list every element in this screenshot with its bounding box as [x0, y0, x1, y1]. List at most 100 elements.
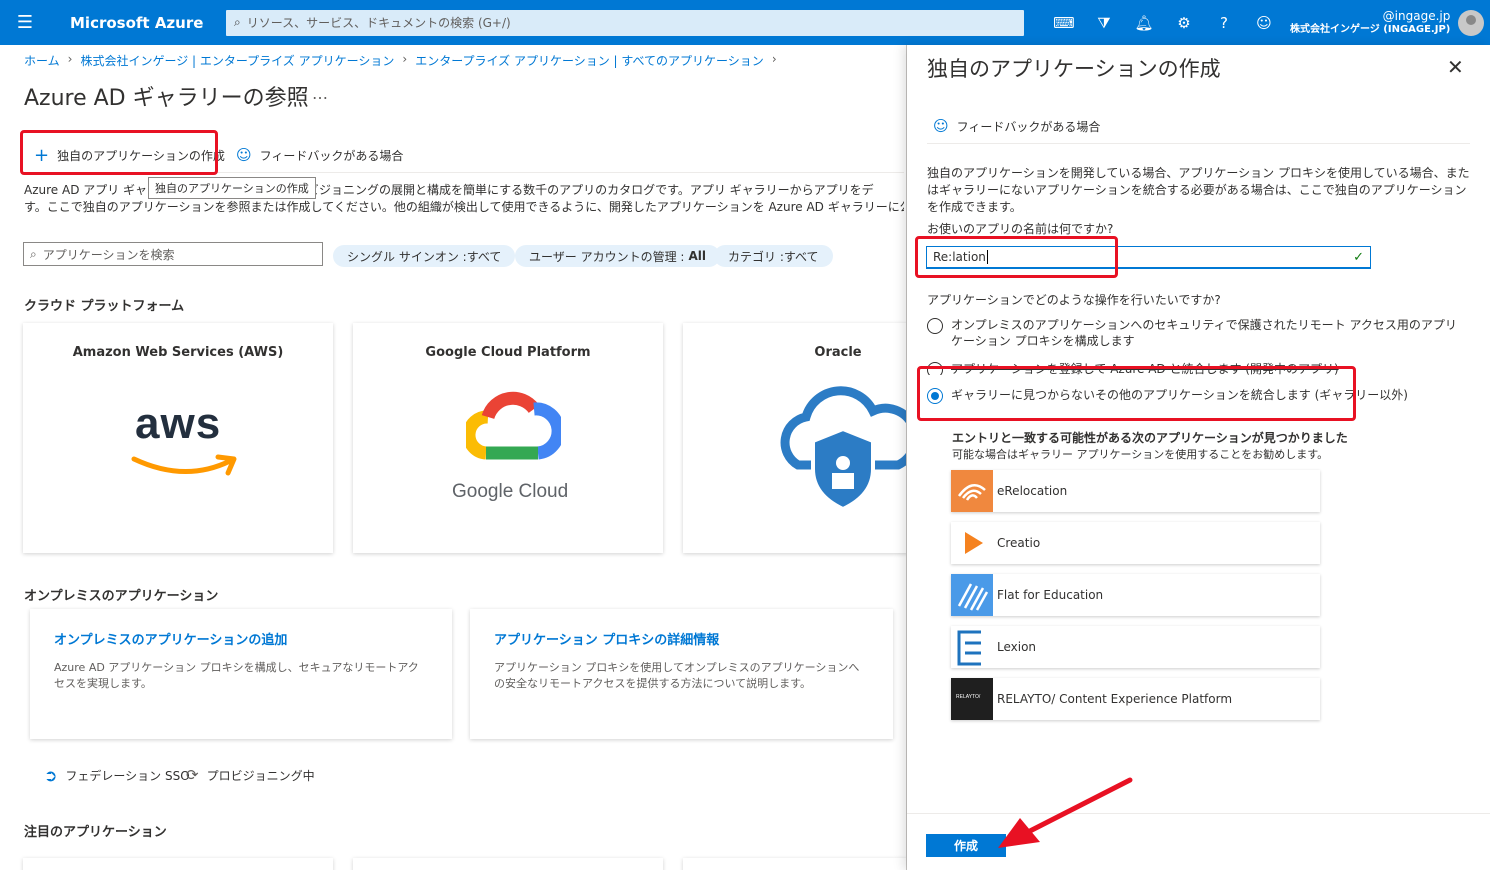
filter-user-account-value: All: [688, 249, 706, 263]
featured-card[interactable]: [353, 858, 663, 870]
provisioning-link[interactable]: ⟳ プロビジョニング中: [186, 766, 315, 784]
avatar[interactable]: [1458, 9, 1485, 36]
match-app-relayto[interactable]: RELAYTO/ RELAYTO/ Content Experience Pla…: [951, 678, 1320, 720]
relayto-logo-icon: RELAYTO/: [951, 678, 993, 720]
feedback-button[interactable]: ☺ フィードバックがある場合: [236, 140, 403, 170]
federation-sso-label: フェデレーション SSO: [65, 769, 190, 783]
provisioning-label: プロビジョニング中: [206, 768, 315, 783]
global-search-placeholder: リソース、サービス、ドキュメントの検索 (G+/): [246, 16, 511, 30]
lexion-logo-icon: [951, 626, 993, 668]
radio-button[interactable]: [927, 362, 943, 375]
create-own-app-button[interactable]: + 独自のアプリケーションの作成: [26, 140, 233, 170]
breadcrumb-enterprise-apps[interactable]: エンタープライズ アプリケーション | すべてのアプリケーション: [415, 52, 764, 69]
radio-button-selected[interactable]: [927, 388, 943, 404]
directory-filter-icon[interactable]: ⧩: [1084, 14, 1124, 32]
match-app-lexion[interactable]: Lexion: [951, 626, 1320, 668]
feedback-icon: ☺: [236, 146, 252, 164]
check-icon: ✓: [1353, 250, 1364, 265]
cloud-shell-icon[interactable]: ⌨: [1044, 14, 1084, 32]
filter-sso[interactable]: シングル サインオン : すべて: [333, 245, 516, 267]
gallery-description-line2: す。ここで独自のアプリケーションを参照または作成してください。他の組織が検出して…: [24, 200, 904, 214]
filter-user-account-label: ユーザー アカウントの管理 :: [529, 249, 685, 264]
option-non-gallery-label: ギャラリーに見つからないその他のアプリケーションを統合します (ギャラリー以外): [951, 388, 1408, 402]
filter-sso-value: すべて: [466, 249, 502, 264]
global-search-input[interactable]: ⌕ リソース、サービス、ドキュメントの検索 (G+/): [226, 9, 1024, 36]
option-register-app[interactable]: アプリケーションを登録して Azure AD と統合します (開発中のアプリ): [927, 361, 1467, 375]
text-caret: [986, 250, 988, 264]
action-question-label: アプリケーションでどのような操作を行いたいですか?: [927, 293, 1221, 307]
app-name-input[interactable]: Re:lation ✓: [926, 246, 1371, 269]
onprem-add-desc: Azure AD アプリケーション プロキシを構成し、セキュアなリモートアクセス…: [54, 661, 419, 690]
card-gcp[interactable]: Google Cloud Platform Google Cloud: [353, 323, 663, 553]
panel-title: 独自のアプリケーションの作成: [927, 57, 1221, 81]
oracle-logo: [768, 371, 918, 521]
panel-description: 独自のアプリケーションを開発している場合、アプリケーション プロキシを使用してい…: [927, 166, 1470, 214]
option-register-app-label: アプリケーションを登録して Azure AD と統合します (開発中のアプリ): [951, 362, 1339, 375]
divider: [24, 172, 904, 173]
feedback-icon[interactable]: ☺: [1244, 14, 1284, 32]
match-heading: エントリと一致する可能性がある次のアプリケーションが見つかりました: [952, 431, 1348, 445]
card-gcp-name: Google Cloud Platform: [425, 345, 591, 360]
annotation-arrow-icon: [998, 777, 1133, 848]
app-proxy-info-title[interactable]: アプリケーション プロキシの詳細情報: [494, 629, 869, 648]
match-app-name: Lexion: [997, 640, 1037, 654]
brand-title[interactable]: Microsoft Azure: [50, 14, 222, 32]
chevron-right-icon: ›: [67, 52, 73, 66]
app-name-value: Re:lation: [933, 250, 986, 264]
match-app-name: eRelocation: [997, 484, 1068, 498]
card-aws-name: Amazon Web Services (AWS): [72, 345, 284, 360]
match-app-creatio[interactable]: Creatio: [951, 522, 1320, 564]
radio-button[interactable]: [927, 318, 943, 334]
erelocation-logo-icon: [951, 470, 993, 512]
app-proxy-info-card[interactable]: アプリケーション プロキシの詳細情報 アプリケーション プロキシを使用してオンプ…: [470, 609, 893, 739]
relayto-logo-text: RELAYTO/: [956, 694, 981, 700]
create-own-app-label: 独自のアプリケーションの作成: [57, 148, 225, 163]
match-subtext: 可能な場合はギャラリー アプリケーションを使用することをお勧めします。: [952, 448, 1329, 461]
option-app-proxy[interactable]: オンプレミスのアプリケーションへのセキュリティで保護されたリモート アクセス用の…: [927, 317, 1467, 349]
match-app-erelocation[interactable]: eRelocation: [951, 470, 1320, 512]
flat-education-logo-icon: [951, 574, 993, 616]
option-app-proxy-label: オンプレミスのアプリケーションへのセキュリティで保護されたリモート アクセス用の…: [951, 318, 1457, 348]
feedback-icon: ☺: [933, 117, 949, 135]
gcp-logo: Google Cloud: [438, 371, 588, 521]
app-search-input[interactable]: ⌕ アプリケーションを検索: [23, 242, 323, 266]
federation-sso-link[interactable]: ➲ フェデレーション SSO: [44, 766, 190, 785]
plus-icon: +: [34, 144, 50, 166]
cloud-platform-heading: クラウド プラットフォーム: [24, 299, 185, 314]
top-bar: ☰ Microsoft Azure ⌕ リソース、サービス、ドキュメントの検索 …: [0, 0, 1490, 45]
account-user: @ingage.jp: [1382, 8, 1451, 23]
option-non-gallery[interactable]: ギャラリーに見つからないその他のアプリケーションを統合します (ギャラリー以外): [927, 387, 1467, 404]
breadcrumb: ホーム › 株式会社インゲージ | エンタープライズ アプリケーション › エン…: [24, 52, 777, 69]
feedback-label: フィードバックがある場合: [259, 148, 404, 163]
panel-feedback-button[interactable]: ☺ フィードバックがある場合: [933, 117, 1100, 135]
aws-logo-text: aws: [135, 399, 222, 448]
onprem-add-title[interactable]: オンプレミスのアプリケーションの追加: [54, 629, 428, 648]
match-app-name: RELAYTO/ Content Experience Platform: [997, 692, 1233, 706]
filter-user-account[interactable]: ユーザー アカウントの管理 : All: [515, 245, 720, 267]
close-icon[interactable]: ✕: [1447, 55, 1464, 79]
app-name-label: お使いのアプリの名前は何ですか?: [927, 222, 1114, 236]
chevron-right-icon: ›: [402, 52, 408, 66]
app-search-placeholder: アプリケーションを検索: [42, 247, 175, 262]
featured-card[interactable]: [23, 858, 333, 870]
settings-icon[interactable]: ⚙: [1164, 14, 1204, 32]
chevron-right-icon: ›: [771, 52, 777, 66]
menu-icon[interactable]: ☰: [0, 0, 50, 45]
card-aws[interactable]: Amazon Web Services (AWS) aws: [23, 323, 333, 553]
filter-category-value: すべて: [783, 249, 819, 264]
onprem-heading: オンプレミスのアプリケーション: [24, 589, 219, 604]
gcp-logo-text: Google Cloud: [452, 481, 569, 502]
more-icon[interactable]: …: [312, 84, 328, 103]
filter-category[interactable]: カテゴリ : すべて: [714, 245, 833, 267]
app-proxy-info-desc: アプリケーション プロキシを使用してオンプレミスのアプリケーションへの安全なリモ…: [494, 661, 860, 690]
breadcrumb-tenant[interactable]: 株式会社インゲージ | エンタープライズ アプリケーション: [80, 52, 394, 69]
filter-category-label: カテゴリ :: [728, 249, 784, 264]
match-app-name: Flat for Education: [997, 588, 1104, 602]
tooltip: 独自のアプリケーションの作成: [148, 177, 316, 199]
account-info[interactable]: @ingage.jp 株式会社インゲージ (INGAGE.JP): [1290, 9, 1450, 37]
notifications-icon[interactable]: 🔔︎: [1124, 14, 1164, 32]
onprem-add-card[interactable]: オンプレミスのアプリケーションの追加 Azure AD アプリケーション プロキ…: [30, 609, 452, 739]
match-app-flat-education[interactable]: Flat for Education: [951, 574, 1320, 616]
breadcrumb-home[interactable]: ホーム: [24, 52, 60, 69]
help-icon[interactable]: ?: [1204, 14, 1244, 32]
